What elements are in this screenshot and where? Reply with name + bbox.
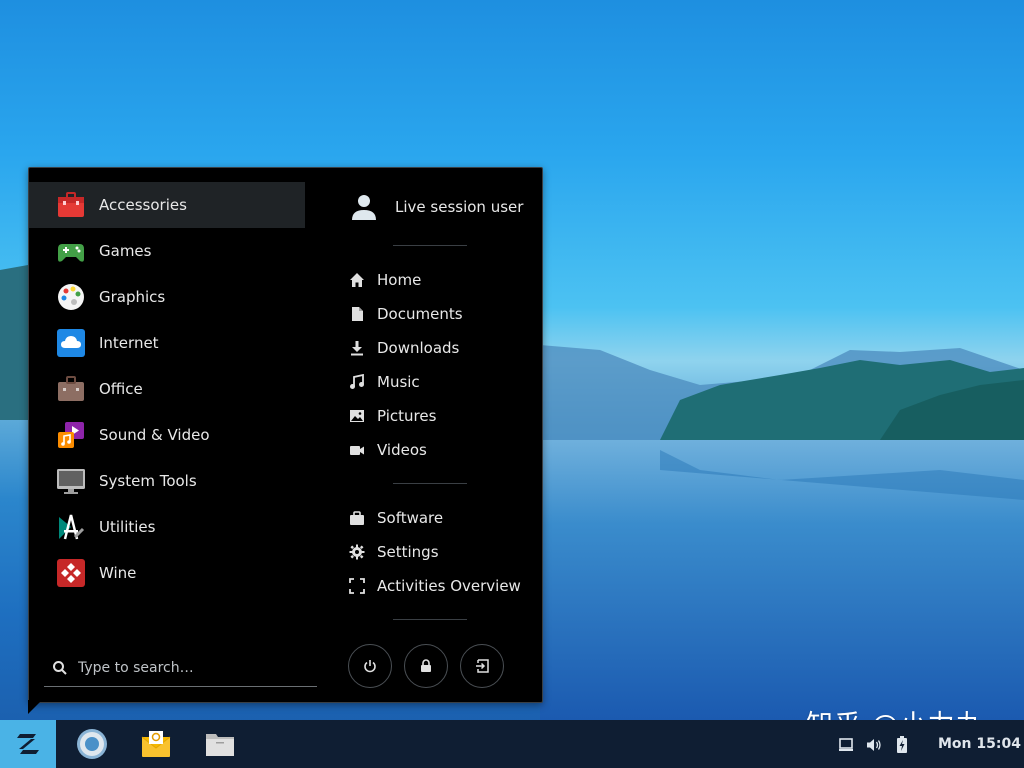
logout-icon bbox=[476, 659, 489, 673]
video-icon bbox=[350, 446, 364, 455]
battery-icon[interactable] bbox=[896, 736, 908, 753]
place-home[interactable]: Home bbox=[349, 268, 421, 292]
place-label: Home bbox=[377, 271, 422, 289]
category-office[interactable]: Office bbox=[29, 366, 305, 412]
user-name: Live session user bbox=[395, 198, 524, 216]
category-list: Accessories Games Graphics Internet Offi… bbox=[29, 182, 305, 596]
power-button[interactable] bbox=[348, 644, 392, 688]
screen-icon[interactable] bbox=[838, 737, 854, 753]
lock-button[interactable] bbox=[404, 644, 448, 688]
volume-icon[interactable] bbox=[866, 737, 882, 753]
place-pictures[interactable]: Pictures bbox=[349, 404, 436, 428]
category-games[interactable]: Games bbox=[29, 228, 305, 274]
application-menu: Accessories Games Graphics Internet Offi… bbox=[28, 167, 543, 703]
wine-icon bbox=[57, 559, 85, 587]
place-videos[interactable]: Videos bbox=[349, 438, 427, 462]
overview-icon bbox=[349, 578, 365, 594]
category-utilities[interactable]: Utilities bbox=[29, 504, 305, 550]
place-documents[interactable]: Documents bbox=[349, 302, 463, 326]
document-icon bbox=[352, 307, 363, 321]
place-label: Music bbox=[377, 373, 420, 391]
separator bbox=[393, 483, 467, 484]
separator bbox=[393, 619, 467, 620]
files-icon[interactable] bbox=[204, 728, 236, 760]
logout-button[interactable] bbox=[460, 644, 504, 688]
user-icon bbox=[352, 195, 376, 220]
taskbar: Mon 15:04 bbox=[0, 720, 1024, 768]
software-icon bbox=[350, 511, 364, 525]
home-icon bbox=[350, 273, 364, 287]
monitor-icon bbox=[57, 469, 85, 494]
category-label: System Tools bbox=[99, 472, 197, 490]
user-account[interactable]: Live session user bbox=[349, 190, 523, 224]
gamepad-icon bbox=[58, 244, 84, 262]
download-icon bbox=[351, 341, 363, 356]
places-panel: Live session user Home Documents Downloa… bbox=[329, 168, 542, 702]
system-software[interactable]: Software bbox=[349, 506, 443, 530]
system-label: Software bbox=[377, 509, 444, 527]
menu-pointer bbox=[28, 700, 42, 714]
mail-icon[interactable] bbox=[140, 728, 172, 760]
category-label: Office bbox=[99, 380, 143, 398]
search-bar[interactable] bbox=[44, 650, 317, 687]
zorin-logo-icon bbox=[17, 734, 39, 754]
category-system-tools[interactable]: System Tools bbox=[29, 458, 305, 504]
place-label: Videos bbox=[377, 441, 427, 459]
music-icon bbox=[350, 374, 364, 389]
cloud-icon bbox=[57, 329, 85, 357]
category-label: Graphics bbox=[99, 288, 166, 306]
place-downloads[interactable]: Downloads bbox=[349, 336, 459, 360]
briefcase-icon bbox=[58, 376, 84, 401]
power-icon bbox=[364, 660, 376, 673]
system-activities-overview[interactable]: Activities Overview bbox=[349, 574, 521, 598]
category-label: Games bbox=[99, 242, 152, 260]
search-icon bbox=[53, 661, 67, 675]
system-settings[interactable]: Settings bbox=[349, 540, 439, 564]
category-label: Sound & Video bbox=[99, 426, 210, 444]
chromium-icon[interactable] bbox=[76, 728, 108, 760]
start-button[interactable] bbox=[0, 720, 56, 768]
search-input[interactable] bbox=[76, 659, 300, 677]
place-label: Downloads bbox=[377, 339, 460, 357]
clock[interactable]: Mon 15:04 bbox=[938, 736, 1021, 752]
category-wine[interactable]: Wine bbox=[29, 550, 305, 596]
media-icon bbox=[58, 422, 84, 448]
place-music[interactable]: Music bbox=[349, 370, 420, 394]
place-label: Documents bbox=[377, 305, 463, 323]
category-label: Utilities bbox=[99, 518, 156, 536]
category-graphics[interactable]: Graphics bbox=[29, 274, 305, 320]
picture-icon bbox=[350, 410, 364, 422]
toolbox-icon bbox=[58, 192, 84, 217]
category-accessories[interactable]: Accessories bbox=[29, 182, 305, 228]
place-label: Pictures bbox=[377, 407, 437, 425]
category-label: Internet bbox=[99, 334, 159, 352]
system-label: Settings bbox=[377, 543, 439, 561]
category-label: Wine bbox=[99, 564, 137, 582]
palette-icon bbox=[58, 284, 84, 310]
category-internet[interactable]: Internet bbox=[29, 320, 305, 366]
lock-icon bbox=[421, 659, 431, 672]
separator bbox=[393, 245, 467, 246]
category-sound-video[interactable]: Sound & Video bbox=[29, 412, 305, 458]
utilities-icon bbox=[59, 514, 85, 540]
system-label: Activities Overview bbox=[377, 577, 521, 595]
gear-icon bbox=[349, 544, 365, 560]
category-label: Accessories bbox=[99, 196, 187, 214]
